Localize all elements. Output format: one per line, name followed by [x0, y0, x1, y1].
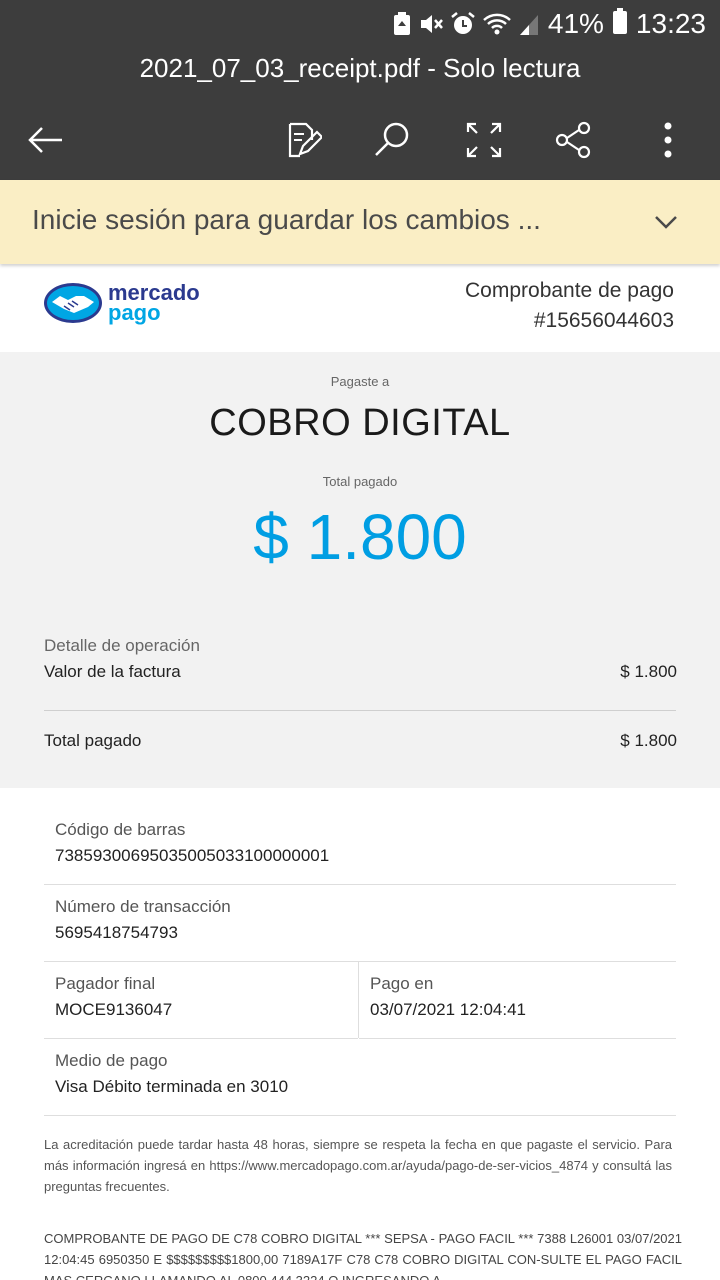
payment-summary: Pagaste a COBRO DIGITAL Total pagado $ 1… [0, 352, 720, 788]
operation-detail-title: Detalle de operación [44, 636, 200, 655]
merchant-name: COBRO DIGITAL [209, 402, 511, 444]
search-icon [372, 120, 412, 160]
app-bar: 2021_07_03_receipt.pdf - Solo lectura [0, 48, 720, 180]
mercado-pago-logo: mercado pago [42, 280, 212, 326]
total-paid-label: Total pagado [322, 474, 398, 489]
status-icons [392, 11, 540, 37]
battery-icon [612, 7, 628, 42]
detail-divider [44, 710, 676, 711]
paid-to-label: Pagaste a [330, 374, 390, 389]
receipt-title: Comprobante de pago [465, 279, 674, 302]
signal-icon [518, 11, 540, 37]
share-icon [554, 120, 594, 160]
back-button[interactable] [18, 112, 74, 168]
accreditation-note: La acreditación puede tardar hasta 48 ho… [44, 1137, 672, 1194]
payment-date-field: Pago en 03/07/2021 12:04:41 [359, 962, 676, 1039]
recycle-battery-icon [392, 11, 412, 37]
barcode-field: Código de barras 73859300695035005033100… [44, 808, 676, 885]
field-label: Pagador final [55, 974, 156, 993]
detail-value: $ 1.800 [620, 662, 677, 681]
status-time: 13:23 [635, 8, 706, 39]
detail-value: $ 1.800 [620, 731, 677, 750]
payment-method-field: Medio de pago Visa Débito terminada en 3… [44, 1039, 676, 1116]
receipt-header: Comprobante de pago #15656044603 [465, 276, 674, 336]
more-vert-icon [662, 120, 674, 160]
fullscreen-icon [464, 120, 504, 160]
field-value: MOCE9136047 [55, 1000, 173, 1019]
search-button[interactable] [364, 112, 420, 168]
alarm-icon [450, 11, 476, 37]
field-label: Pago en [370, 974, 434, 993]
detail-label: Valor de la factura [44, 662, 181, 681]
back-arrow-icon [26, 120, 66, 160]
detail-row-invoice: Valor de la factura $ 1.800 [44, 662, 677, 682]
mute-icon [418, 11, 444, 37]
detail-label: Total pagado [44, 731, 142, 750]
chevron-down-icon[interactable] [652, 208, 680, 236]
status-right: 41% 13:23 [392, 7, 706, 42]
payer-field: Pagador final MOCE9136047 [44, 962, 358, 1039]
field-value: Visa Débito terminada en 3010 [55, 1077, 289, 1096]
field-label: Número de transacción [55, 897, 231, 916]
edit-document-icon [282, 120, 322, 160]
battery-percent: 41% [547, 8, 604, 39]
receipt-footer-text: COMPROBANTE DE PAGO DE C78 COBRO DIGITAL… [44, 1231, 682, 1280]
document-title: 2021_07_03_receipt.pdf - Solo lectura [139, 53, 581, 83]
field-value: 7385930069503500503310000000​1 [55, 846, 330, 865]
transaction-field: Número de transacción 5695418754793 [44, 885, 676, 962]
field-label: Código de barras [55, 820, 186, 839]
fullscreen-button[interactable] [456, 112, 512, 168]
status-bar: 41% 13:23 [0, 0, 720, 48]
logo-word-pago: pago [108, 300, 161, 325]
total-amount: $ 1.800 [253, 501, 467, 573]
edit-button[interactable] [274, 112, 330, 168]
more-options-button[interactable] [640, 112, 696, 168]
banner-text: Inicie sesión para guardar los cambios .… [32, 204, 541, 235]
wifi-icon [482, 11, 512, 37]
handshake-icon [44, 283, 102, 323]
detail-row-total: Total pagado $ 1.800 [44, 731, 677, 751]
share-button[interactable] [546, 112, 602, 168]
field-label: Medio de pago [55, 1051, 168, 1070]
receipt-number: #15656044603 [533, 309, 674, 332]
sign-in-banner[interactable]: Inicie sesión para guardar los cambios .… [0, 180, 720, 264]
field-value: 5695418754793 [55, 923, 178, 942]
field-value: 03/07/2021 12:04:41 [370, 1000, 526, 1019]
